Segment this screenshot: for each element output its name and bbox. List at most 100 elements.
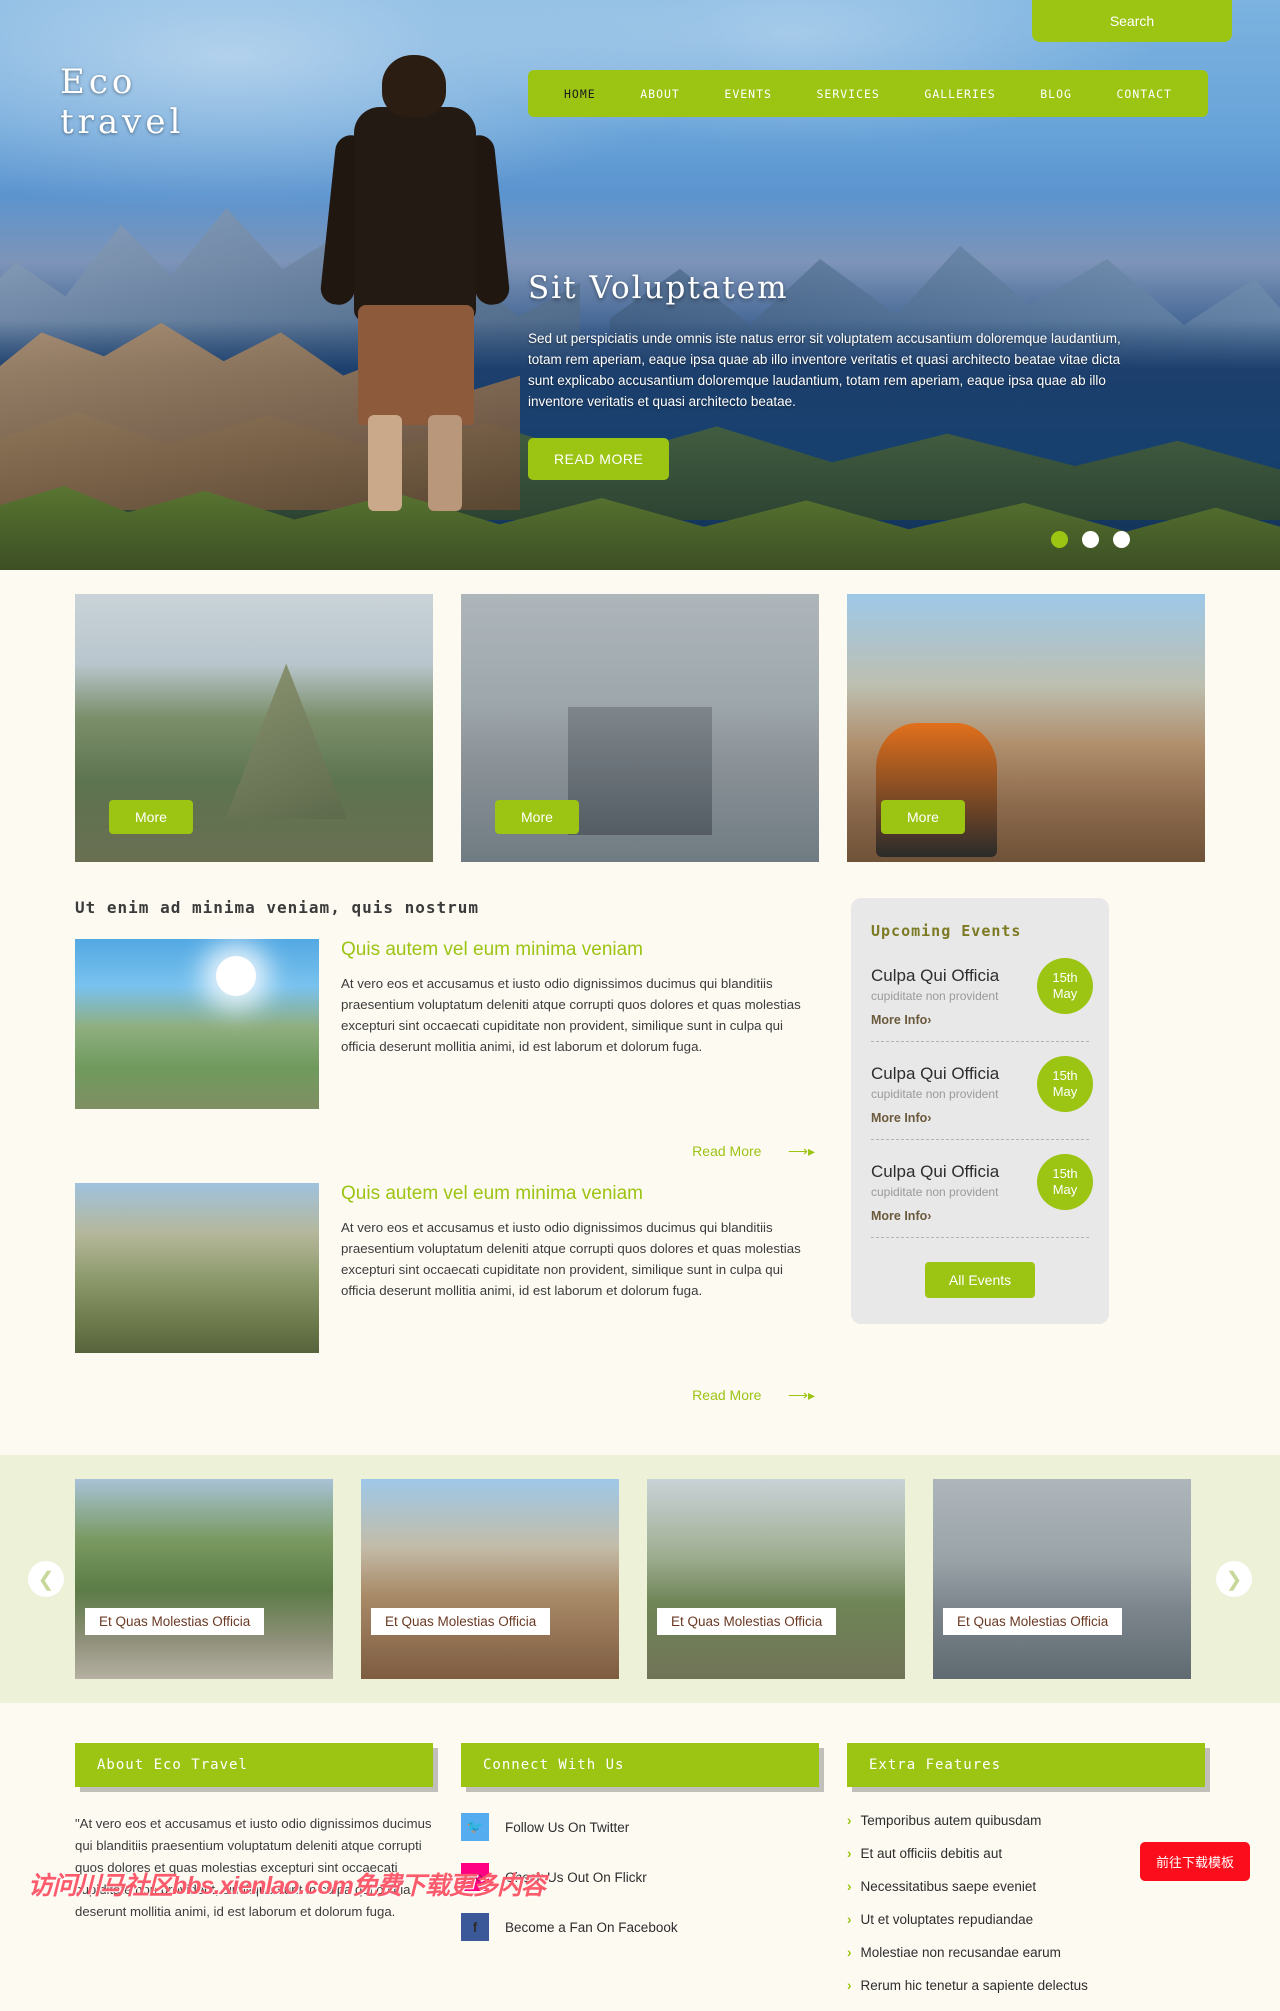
event-month: May bbox=[1052, 986, 1078, 1001]
event-month: May bbox=[1052, 1182, 1078, 1197]
upcoming-events-widget: Upcoming Events Culpa Qui Officia cupidi… bbox=[851, 898, 1109, 1324]
event-date-badge: 15th May bbox=[1037, 958, 1093, 1014]
all-events-button[interactable]: All Events bbox=[924, 1262, 1036, 1298]
hero-title: Sit Voluptatem bbox=[528, 270, 789, 306]
list-item[interactable]: › Temporibus autem quibusdam bbox=[847, 1813, 1205, 1828]
arrow-right-icon: ⟶▸ bbox=[787, 1143, 815, 1159]
post-read-more-link[interactable]: Read More bbox=[692, 1143, 761, 1159]
nav-item-events[interactable]: EVENTS bbox=[724, 87, 772, 101]
featured-cards-section: More More More bbox=[0, 570, 1280, 862]
featured-card-more-button[interactable]: More bbox=[881, 800, 965, 834]
site-logo[interactable]: Eco travel bbox=[60, 62, 184, 142]
page-title: Ut enim ad minima veniam, quis nostrum bbox=[75, 898, 480, 917]
event-more-info-link[interactable]: More Info› bbox=[871, 1013, 931, 1027]
facebook-icon: f bbox=[461, 1913, 489, 1941]
post-title[interactable]: Quis autem vel eum minima veniam bbox=[341, 1183, 815, 1205]
gallery-item[interactable]: Et Quas Molestias Officia bbox=[647, 1479, 905, 1679]
event-item: Culpa Qui Officia cupiditate non provide… bbox=[871, 1154, 1093, 1238]
nav-item-services[interactable]: SERVICES bbox=[816, 87, 879, 101]
main-navigation[interactable]: HOME ABOUT EVENTS SERVICES GALLERIES BLO… bbox=[528, 70, 1208, 117]
post-read-more-row: Read More ⟶▸ bbox=[75, 1143, 815, 1161]
nav-item-contact[interactable]: CONTACT bbox=[1116, 87, 1171, 101]
footer-extra-heading: Extra Features bbox=[847, 1743, 1205, 1787]
chevron-right-icon: › bbox=[847, 1978, 852, 1993]
chevron-right-icon: › bbox=[847, 1945, 852, 1960]
logo-line-2: travel bbox=[60, 102, 185, 142]
event-more-info-link[interactable]: More Info› bbox=[871, 1111, 931, 1125]
post-read-more-row: Read More ⟶▸ bbox=[75, 1387, 815, 1405]
extra-features-list: › Temporibus autem quibusdam › Et aut offi… bbox=[847, 1813, 1205, 1993]
chevron-right-icon: › bbox=[847, 1846, 852, 1861]
gallery-item[interactable]: Et Quas Molestias Officia bbox=[361, 1479, 619, 1679]
event-item: Culpa Qui Officia cupiditate non provide… bbox=[871, 1056, 1093, 1140]
hero-read-more-button[interactable]: READ MORE bbox=[528, 438, 670, 480]
event-day: 15th bbox=[1052, 970, 1078, 985]
featured-card-more-button[interactable]: More bbox=[109, 800, 193, 834]
slider-dot-3[interactable] bbox=[1113, 531, 1130, 548]
event-month: May bbox=[1052, 1084, 1078, 1099]
hero-body: Sed ut perspiciatis unde omnis iste natu… bbox=[528, 331, 1121, 409]
post-title[interactable]: Quis autem vel eum minima veniam bbox=[341, 939, 815, 961]
featured-card[interactable]: More bbox=[461, 594, 819, 862]
social-link-twitter[interactable]: 🐦 Follow Us On Twitter bbox=[461, 1813, 819, 1841]
gallery-caption: Et Quas Molestias Officia bbox=[943, 1608, 1123, 1635]
hiker-with-map-photo[interactable] bbox=[75, 939, 319, 1109]
main-column: Ut enim ad minima veniam, quis nostrum Q… bbox=[75, 898, 815, 1405]
event-date-badge: 15th May bbox=[1037, 1056, 1093, 1112]
event-day: 15th bbox=[1052, 1166, 1078, 1181]
site-footer: About Eco Travel "At vero eos et accusam… bbox=[0, 1703, 1280, 2011]
post-body: At vero eos et accusamus et iusto odio d… bbox=[341, 1220, 801, 1298]
event-date-badge: 15th May bbox=[1037, 1154, 1093, 1210]
list-item[interactable]: › Necessitatibus saepe eveniet bbox=[847, 1879, 1205, 1894]
chevron-right-icon: › bbox=[847, 1879, 852, 1894]
gallery-item[interactable]: Et Quas Molestias Officia bbox=[75, 1479, 333, 1679]
slider-dot-2[interactable] bbox=[1082, 531, 1099, 548]
social-link-label: Follow Us On Twitter bbox=[505, 1819, 630, 1835]
content-section: Ut enim ad minima veniam, quis nostrum Q… bbox=[0, 862, 1280, 1455]
nav-item-galleries[interactable]: GALLERIES bbox=[924, 87, 995, 101]
search-button[interactable]: Search bbox=[1032, 0, 1232, 42]
featured-card[interactable]: More bbox=[847, 594, 1205, 862]
featured-card-more-button[interactable]: More bbox=[495, 800, 579, 834]
hero-hiker-figure bbox=[319, 55, 511, 511]
gallery-caption: Et Quas Molestias Officia bbox=[657, 1608, 837, 1635]
event-more-info-link[interactable]: More Info› bbox=[871, 1209, 931, 1223]
nav-item-blog[interactable]: BLOG bbox=[1040, 87, 1072, 101]
footer-about-heading: About Eco Travel bbox=[75, 1743, 433, 1787]
social-link-facebook[interactable]: f Become a Fan On Facebook bbox=[461, 1913, 819, 1941]
chevron-right-icon: › bbox=[847, 1912, 852, 1927]
event-item: Culpa Qui Officia cupiditate non provide… bbox=[871, 958, 1093, 1042]
event-day: 15th bbox=[1052, 1068, 1078, 1083]
gallery-caption: Et Quas Molestias Officia bbox=[85, 1608, 265, 1635]
download-template-button[interactable]: 前往下载模板 bbox=[1139, 1842, 1250, 1881]
hero-slider: Eco travel Search HOME ABOUT EVENTS SERV… bbox=[0, 0, 1280, 570]
watermark-text: 访问川马社区bbs.xienlao.com免费下载更多内容 bbox=[28, 1872, 546, 1900]
chevron-left-icon[interactable]: ❮ bbox=[28, 1561, 64, 1597]
arrow-right-icon: ⟶▸ bbox=[787, 1387, 815, 1403]
list-item[interactable]: › Molestiae non recusandae earum bbox=[847, 1945, 1205, 1960]
social-link-label: Become a Fan On Facebook bbox=[505, 1919, 678, 1935]
slider-pagination[interactable] bbox=[1051, 531, 1130, 548]
logo-line-1: Eco bbox=[60, 62, 137, 102]
post-item: Quis autem vel eum minima veniam At vero… bbox=[75, 939, 815, 1109]
nav-item-about[interactable]: ABOUT bbox=[640, 87, 680, 101]
mountain-ridge-trail-photo[interactable] bbox=[75, 1183, 319, 1353]
twitter-icon: 🐦 bbox=[461, 1813, 489, 1841]
nav-item-home[interactable]: HOME bbox=[564, 87, 596, 101]
featured-cards-row: More More More bbox=[75, 570, 1205, 862]
chevron-right-icon[interactable]: ❯ bbox=[1216, 1561, 1252, 1597]
list-item[interactable]: › Ut et voluptates repudiandae bbox=[847, 1912, 1205, 1927]
featured-card[interactable]: More bbox=[75, 594, 433, 862]
gallery-caption: Et Quas Molestias Officia bbox=[371, 1608, 551, 1635]
post-body: At vero eos et accusamus et iusto odio d… bbox=[341, 976, 801, 1054]
hero-caption: Sit Voluptatem Sed ut perspiciatis unde … bbox=[528, 270, 1128, 480]
upcoming-events-heading: Upcoming Events bbox=[871, 922, 1022, 940]
slider-dot-1[interactable] bbox=[1051, 531, 1068, 548]
sidebar: Upcoming Events Culpa Qui Officia cupidi… bbox=[851, 898, 1109, 1405]
list-item[interactable]: › Rerum hic tenetur a sapiente delectus bbox=[847, 1978, 1205, 1993]
footer-connect-heading: Connect With Us bbox=[461, 1743, 819, 1787]
post-item: Quis autem vel eum minima veniam At vero… bbox=[75, 1183, 815, 1353]
post-read-more-link[interactable]: Read More bbox=[692, 1387, 761, 1403]
gallery-item[interactable]: Et Quas Molestias Officia bbox=[933, 1479, 1191, 1679]
gallery-carousel: ❮ ❯ Et Quas Molestias Officia Et Quas Mo… bbox=[0, 1455, 1280, 1703]
